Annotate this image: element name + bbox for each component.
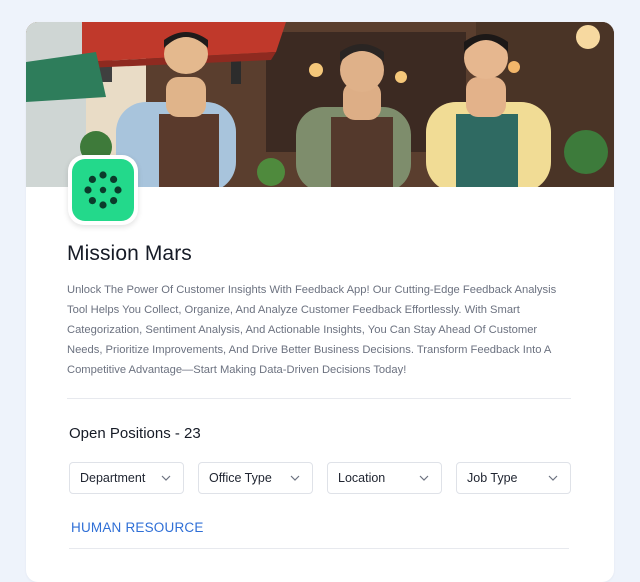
filter-bar: Department Office Type Location Job Type <box>69 462 571 494</box>
divider <box>67 398 571 399</box>
department-dropdown[interactable]: Department <box>69 462 184 494</box>
asterisk-burst-icon <box>84 171 122 209</box>
section-human-resource[interactable]: HUMAN RESOURCE <box>71 520 204 535</box>
company-logo <box>68 155 138 225</box>
company-card: Mission Mars Unlock The Power Of Custome… <box>26 22 614 582</box>
office-type-dropdown-label: Office Type <box>209 471 272 485</box>
open-positions-heading: Open Positions - 23 <box>69 425 201 442</box>
job-type-dropdown-label: Job Type <box>467 471 518 485</box>
logo-badge <box>72 159 134 221</box>
chevron-down-icon <box>548 475 558 481</box>
company-description: Unlock The Power Of Customer Insights Wi… <box>67 284 557 376</box>
chevron-down-icon <box>419 475 429 481</box>
chevron-down-icon <box>161 475 171 481</box>
location-dropdown-label: Location <box>338 471 386 485</box>
company-name: Mission Mars <box>67 242 192 265</box>
chevron-down-icon <box>290 475 300 481</box>
office-type-dropdown[interactable]: Office Type <box>198 462 313 494</box>
location-dropdown[interactable]: Location <box>327 462 442 494</box>
divider <box>69 548 569 549</box>
job-type-dropdown[interactable]: Job Type <box>456 462 571 494</box>
department-dropdown-label: Department <box>80 471 146 485</box>
